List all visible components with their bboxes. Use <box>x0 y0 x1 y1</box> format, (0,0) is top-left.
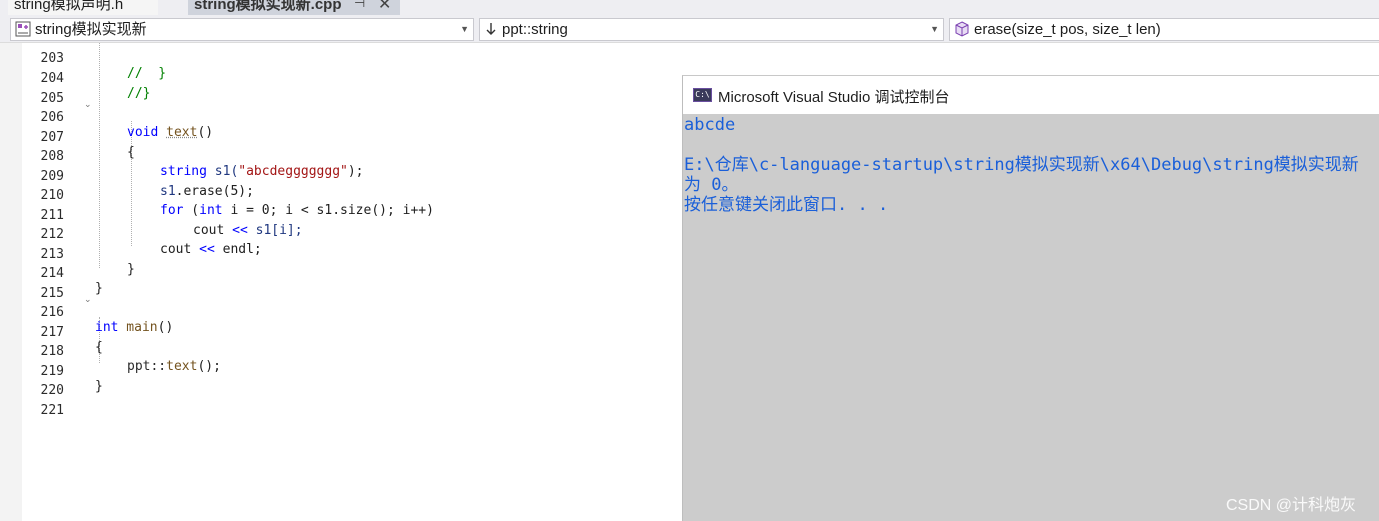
watermark: CSDN @计科炮灰 <box>1226 491 1356 515</box>
method-cube-icon <box>954 21 970 41</box>
code-line: 210 for (int i = 0; i < s1.size(); i++) <box>0 173 700 193</box>
code-line: 216 int main() <box>0 290 700 310</box>
code-line: 218 ppt::text(); <box>0 329 700 349</box>
code-line: 203 // } <box>0 36 700 56</box>
code-line: 215 <box>0 271 700 291</box>
code-line: 211 cout << s1[i]; <box>0 193 700 213</box>
code-line: 219 } <box>0 349 700 369</box>
code-line: 213 } <box>0 232 700 252</box>
tab-string-cpp[interactable]: string模拟实现新.cpp <box>188 0 400 15</box>
member-label: erase(size_t pos, size_t len) <box>974 21 1161 38</box>
code-line: 209 s1.erase(5); <box>0 154 700 174</box>
chevron-down-icon[interactable]: ▼ <box>930 19 939 40</box>
code-line: 207 { <box>0 115 700 135</box>
pin-icon[interactable]: ⊣ <box>354 0 365 11</box>
code-line: 220 <box>0 368 700 388</box>
code-line: 217 { <box>0 310 700 330</box>
console-app-icon: C:\ <box>693 88 712 102</box>
code-line: 208 string s1("abcdeggggggg"); <box>0 134 700 154</box>
console-line: 为 0。 <box>684 175 738 195</box>
code-line: 205 <box>0 76 700 96</box>
code-line: 221 <box>0 388 700 408</box>
code-line: 212 cout << endl; <box>0 212 700 232</box>
console-line: 按任意键关闭此窗口. . . <box>684 195 888 215</box>
code-line: 214 } <box>0 251 700 271</box>
console-title: Microsoft Visual Studio 调试控制台 <box>718 86 949 107</box>
code-line: 206 void text() <box>0 95 700 115</box>
console-line: abcde <box>684 115 735 135</box>
member-dropdown[interactable]: erase(size_t pos, size_t len) <box>949 18 1379 41</box>
document-tab-bar: string模拟声明.h string模拟实现新.cpp ⊣ ✕ <box>0 0 1379 15</box>
tab-string-header[interactable]: string模拟声明.h <box>8 0 158 15</box>
console-title-bar[interactable]: C:\ Microsoft Visual Studio 调试控制台 <box>683 76 1379 114</box>
code-line: 204 //} <box>0 56 700 76</box>
close-icon[interactable]: ✕ <box>378 0 391 14</box>
console-line: E:\仓库\c-language-startup\string模拟实现新\x64… <box>684 155 1359 175</box>
debug-console-window[interactable]: C:\ Microsoft Visual Studio 调试控制台 abcde … <box>682 75 1379 521</box>
